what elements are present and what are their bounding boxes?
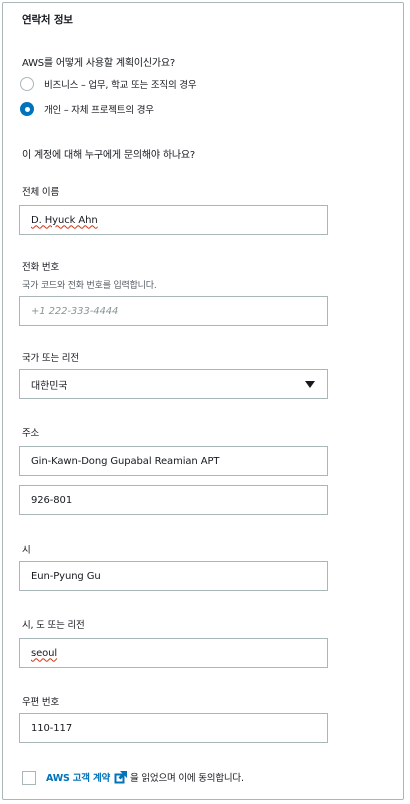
city-value: Eun-Pyung Gu (31, 570, 101, 582)
postal-code-value: 110-117 (31, 722, 73, 734)
address-line1-input[interactable]: Gin-Kawn-Dong Gupabal Reamian APT (19, 446, 328, 476)
agreement-suffix: 을 읽었으며 이에 동의합니다. (130, 773, 244, 784)
city-input[interactable]: Eun-Pyung Gu (19, 561, 328, 591)
radio-business-button[interactable] (20, 77, 34, 91)
customer-agreement-link[interactable]: AWS 고객 계약 (46, 770, 110, 784)
country-label: 국가 또는 리전 (22, 353, 79, 364)
radio-personal-label: 개인 – 자체 프로젝트의 경우 (44, 105, 154, 116)
phone-placeholder: +1 222-333-4444 (31, 305, 119, 317)
triangle-down-icon (305, 381, 315, 388)
address-line2-value: 926-801 (31, 494, 73, 506)
section-title: 연락처 정보 (22, 14, 73, 26)
external-link-icon[interactable] (114, 770, 128, 784)
country-value: 대한민국 (31, 380, 68, 392)
radio-business-label: 비즈니스 – 업무, 학교 또는 조직의 경우 (44, 80, 197, 91)
full-name-input[interactable]: D. Hyuck Ahn (19, 205, 328, 235)
agreement-checkbox[interactable] (22, 771, 36, 785)
state-value: seoul (31, 647, 58, 659)
account-use-question: AWS를 어떻게 사용할 계획이신가요? (22, 58, 175, 69)
address-line1-value: Gin-Kawn-Dong Gupabal Reamian APT (31, 455, 220, 467)
phone-description: 국가 코드와 전화 번호를 입력합니다. (22, 281, 157, 291)
country-select[interactable]: 대한민국 (19, 369, 328, 399)
contact-info-panel (2, 2, 404, 800)
radio-business[interactable]: 비즈니스 – 업무, 학교 또는 조직의 경우 (20, 75, 197, 93)
contact-question: 이 계정에 대해 누구에게 문의해야 하나요? (22, 150, 196, 161)
phone-label: 전화 번호 (22, 262, 59, 273)
radio-personal-button[interactable] (20, 102, 34, 116)
city-label: 시 (22, 545, 31, 556)
agreement-text: AWS 고객 계약 을 읽었으며 이에 동의합니다. (46, 770, 244, 784)
state-label: 시, 도 또는 리전 (22, 620, 85, 631)
postal-code-input[interactable]: 110-117 (19, 713, 328, 743)
radio-personal[interactable]: 개인 – 자체 프로젝트의 경우 (20, 100, 154, 118)
postal-code-label: 우편 번호 (22, 697, 59, 708)
phone-input[interactable]: +1 222-333-4444 (19, 296, 328, 326)
address-label: 주소 (22, 428, 40, 439)
address-line2-input[interactable]: 926-801 (19, 485, 328, 515)
full-name-value: D. Hyuck Ahn (31, 214, 98, 226)
state-input[interactable]: seoul (19, 638, 328, 668)
full-name-label: 전체 이름 (22, 187, 59, 198)
